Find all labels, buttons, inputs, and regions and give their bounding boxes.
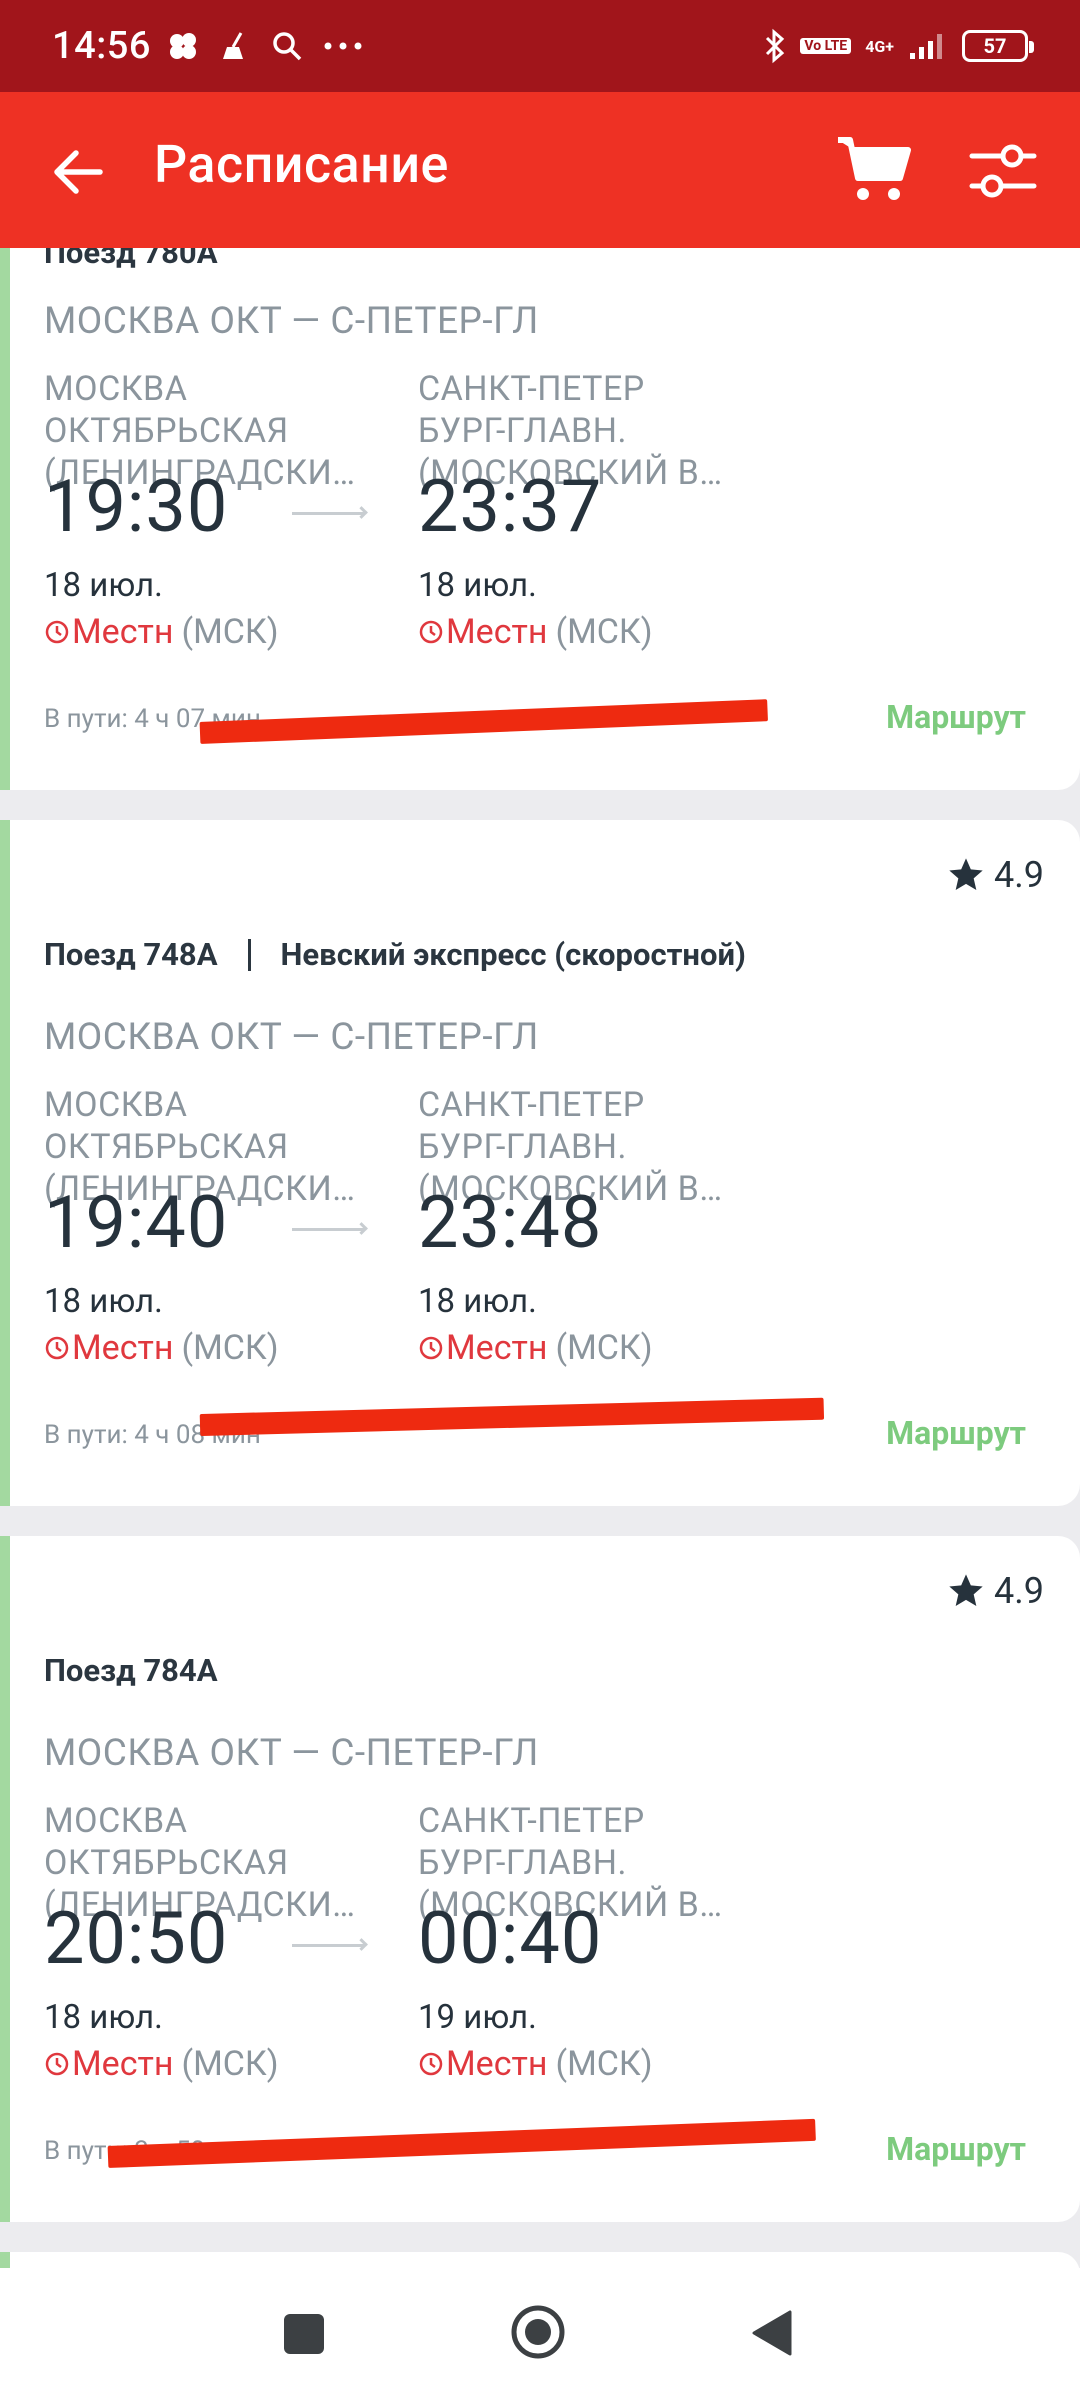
- cart-icon[interactable]: [836, 134, 912, 206]
- route-link[interactable]: Маршрут: [886, 2130, 1026, 2168]
- arrow-left-icon[interactable]: [48, 142, 108, 202]
- departure-time: 19:30: [44, 464, 229, 549]
- train-number-line: Поезд 784А: [44, 1652, 218, 1689]
- separator: [247, 938, 251, 971]
- status-notification-icons: [167, 30, 363, 62]
- route-name: МОСКВА ОКТ — С-ПЕТЕР-ГЛ: [44, 300, 539, 343]
- departure-time: 20:50: [44, 1896, 229, 1981]
- departure-timezone: Местн (МСК): [44, 1328, 279, 1368]
- route-link[interactable]: Маршрут: [886, 1414, 1026, 1452]
- timezone-zone: (МСК): [555, 2044, 653, 2084]
- cloud-app-icon: [169, 33, 196, 59]
- train-number: Поезд 748А: [44, 936, 218, 973]
- train-card[interactable]: [0, 2252, 1080, 2268]
- departure-date: 18 июл.: [44, 1282, 163, 1321]
- departure-date: 18 июл.: [44, 566, 163, 605]
- clock-icon: [45, 620, 69, 644]
- train-number: Поезд 784А: [44, 1652, 218, 1689]
- clock-icon: [419, 2052, 443, 2076]
- network-type: 4G+: [865, 36, 894, 56]
- train-name: Невский экспресс (скоростной): [280, 936, 746, 973]
- rating-value: 4.9: [994, 1570, 1044, 1612]
- timezone-zone: (МСК): [181, 612, 279, 652]
- train-rating: 4.9: [946, 1570, 1044, 1612]
- more-dots-icon: [324, 42, 362, 50]
- schedule-list[interactable]: Поезд 780А МОСКВА ОКТ — С-ПЕТЕР-ГЛ МОСКВ…: [0, 248, 1080, 2268]
- arrow-right-icon: [292, 1944, 364, 1947]
- back-triangle-icon[interactable]: [750, 2308, 794, 2358]
- timezone-local: Местн: [72, 2044, 174, 2084]
- departure-time: 19:40: [44, 1180, 229, 1265]
- arrival-date: 18 июл.: [418, 1282, 537, 1321]
- timezone-local: Местн: [72, 1328, 174, 1368]
- arrow-right-icon: [292, 512, 364, 515]
- train-number: Поезд 780А: [44, 248, 218, 271]
- status-bar: 14:56 Vo LTE 4G+ 57: [0, 0, 1080, 92]
- departure-timezone: Местн (МСК): [44, 2044, 279, 2084]
- timezone-zone: (МСК): [555, 612, 653, 652]
- redaction-line: [199, 699, 768, 744]
- train-card[interactable]: 4.9 Поезд 748А Невский экспресс (скорост…: [0, 820, 1080, 1506]
- bluetooth-icon: [766, 28, 785, 64]
- arrival-time: 00:40: [418, 1896, 603, 1981]
- arrival-timezone: Местн (МСК): [418, 612, 653, 652]
- arrival-date: 18 июл.: [418, 566, 537, 605]
- timezone-zone: (МСК): [181, 1328, 279, 1368]
- rating-value: 4.9: [994, 854, 1044, 896]
- star-icon: [949, 858, 983, 890]
- timezone-local: Местн: [446, 1328, 548, 1368]
- arrival-time: 23:37: [418, 464, 603, 549]
- page-title: Расписание: [154, 134, 449, 195]
- signal-icon: [910, 34, 942, 59]
- arrival-timezone: Местн (МСК): [418, 2044, 653, 2084]
- sliders-icon[interactable]: [968, 136, 1038, 206]
- route-name: МОСКВА ОКТ — С-ПЕТЕР-ГЛ: [44, 1016, 539, 1059]
- timezone-zone: (МСК): [555, 1328, 653, 1368]
- status-time: 14:56: [52, 24, 151, 68]
- timezone-local: Местн: [446, 2044, 548, 2084]
- search-icon: [273, 32, 302, 61]
- battery-level: 57: [983, 34, 1007, 58]
- train-rating: 4.9: [946, 854, 1044, 896]
- redaction-line: [199, 1397, 825, 1436]
- star-icon: [949, 1574, 983, 1606]
- clock-icon: [45, 1336, 69, 1360]
- clock-icon: [419, 1336, 443, 1360]
- clock-icon: [45, 2052, 69, 2076]
- arrival-date: 19 июл.: [418, 1998, 537, 2037]
- redaction-line: [107, 2118, 816, 2168]
- route-name: МОСКВА ОКТ — С-ПЕТЕР-ГЛ: [44, 1732, 539, 1775]
- system-nav-bar: [0, 2268, 1080, 2400]
- train-card[interactable]: 4.9 Поезд 784А МОСКВА ОКТ — С-ПЕТЕР-ГЛ М…: [0, 1536, 1080, 2222]
- departure-timezone: Местн (МСК): [44, 612, 279, 652]
- train-number-line: Поезд 748А Невский экспресс (скоростной): [44, 936, 746, 973]
- arrival-time: 23:48: [418, 1180, 603, 1265]
- timezone-local: Местн: [72, 612, 174, 652]
- battery-icon: 57: [962, 30, 1034, 62]
- timezone-zone: (МСК): [181, 2044, 279, 2084]
- departure-date: 18 июл.: [44, 1998, 163, 2037]
- home-button[interactable]: [510, 2304, 566, 2360]
- cleaner-icon: [222, 32, 243, 59]
- arrival-timezone: Местн (МСК): [418, 1328, 653, 1368]
- timezone-local: Местн: [446, 612, 548, 652]
- volte-icon: Vo LTE: [800, 38, 852, 54]
- arrow-right-icon: [292, 1228, 364, 1231]
- train-card[interactable]: Поезд 780А МОСКВА ОКТ — С-ПЕТЕР-ГЛ МОСКВ…: [0, 248, 1080, 790]
- app-bar: Расписание: [0, 92, 1080, 248]
- recent-apps-button[interactable]: [284, 2314, 324, 2354]
- route-link[interactable]: Маршрут: [886, 698, 1026, 736]
- clock-icon: [419, 620, 443, 644]
- train-number-line: Поезд 780А: [44, 248, 218, 271]
- status-right-icons: Vo LTE 4G+ 57: [764, 28, 1034, 64]
